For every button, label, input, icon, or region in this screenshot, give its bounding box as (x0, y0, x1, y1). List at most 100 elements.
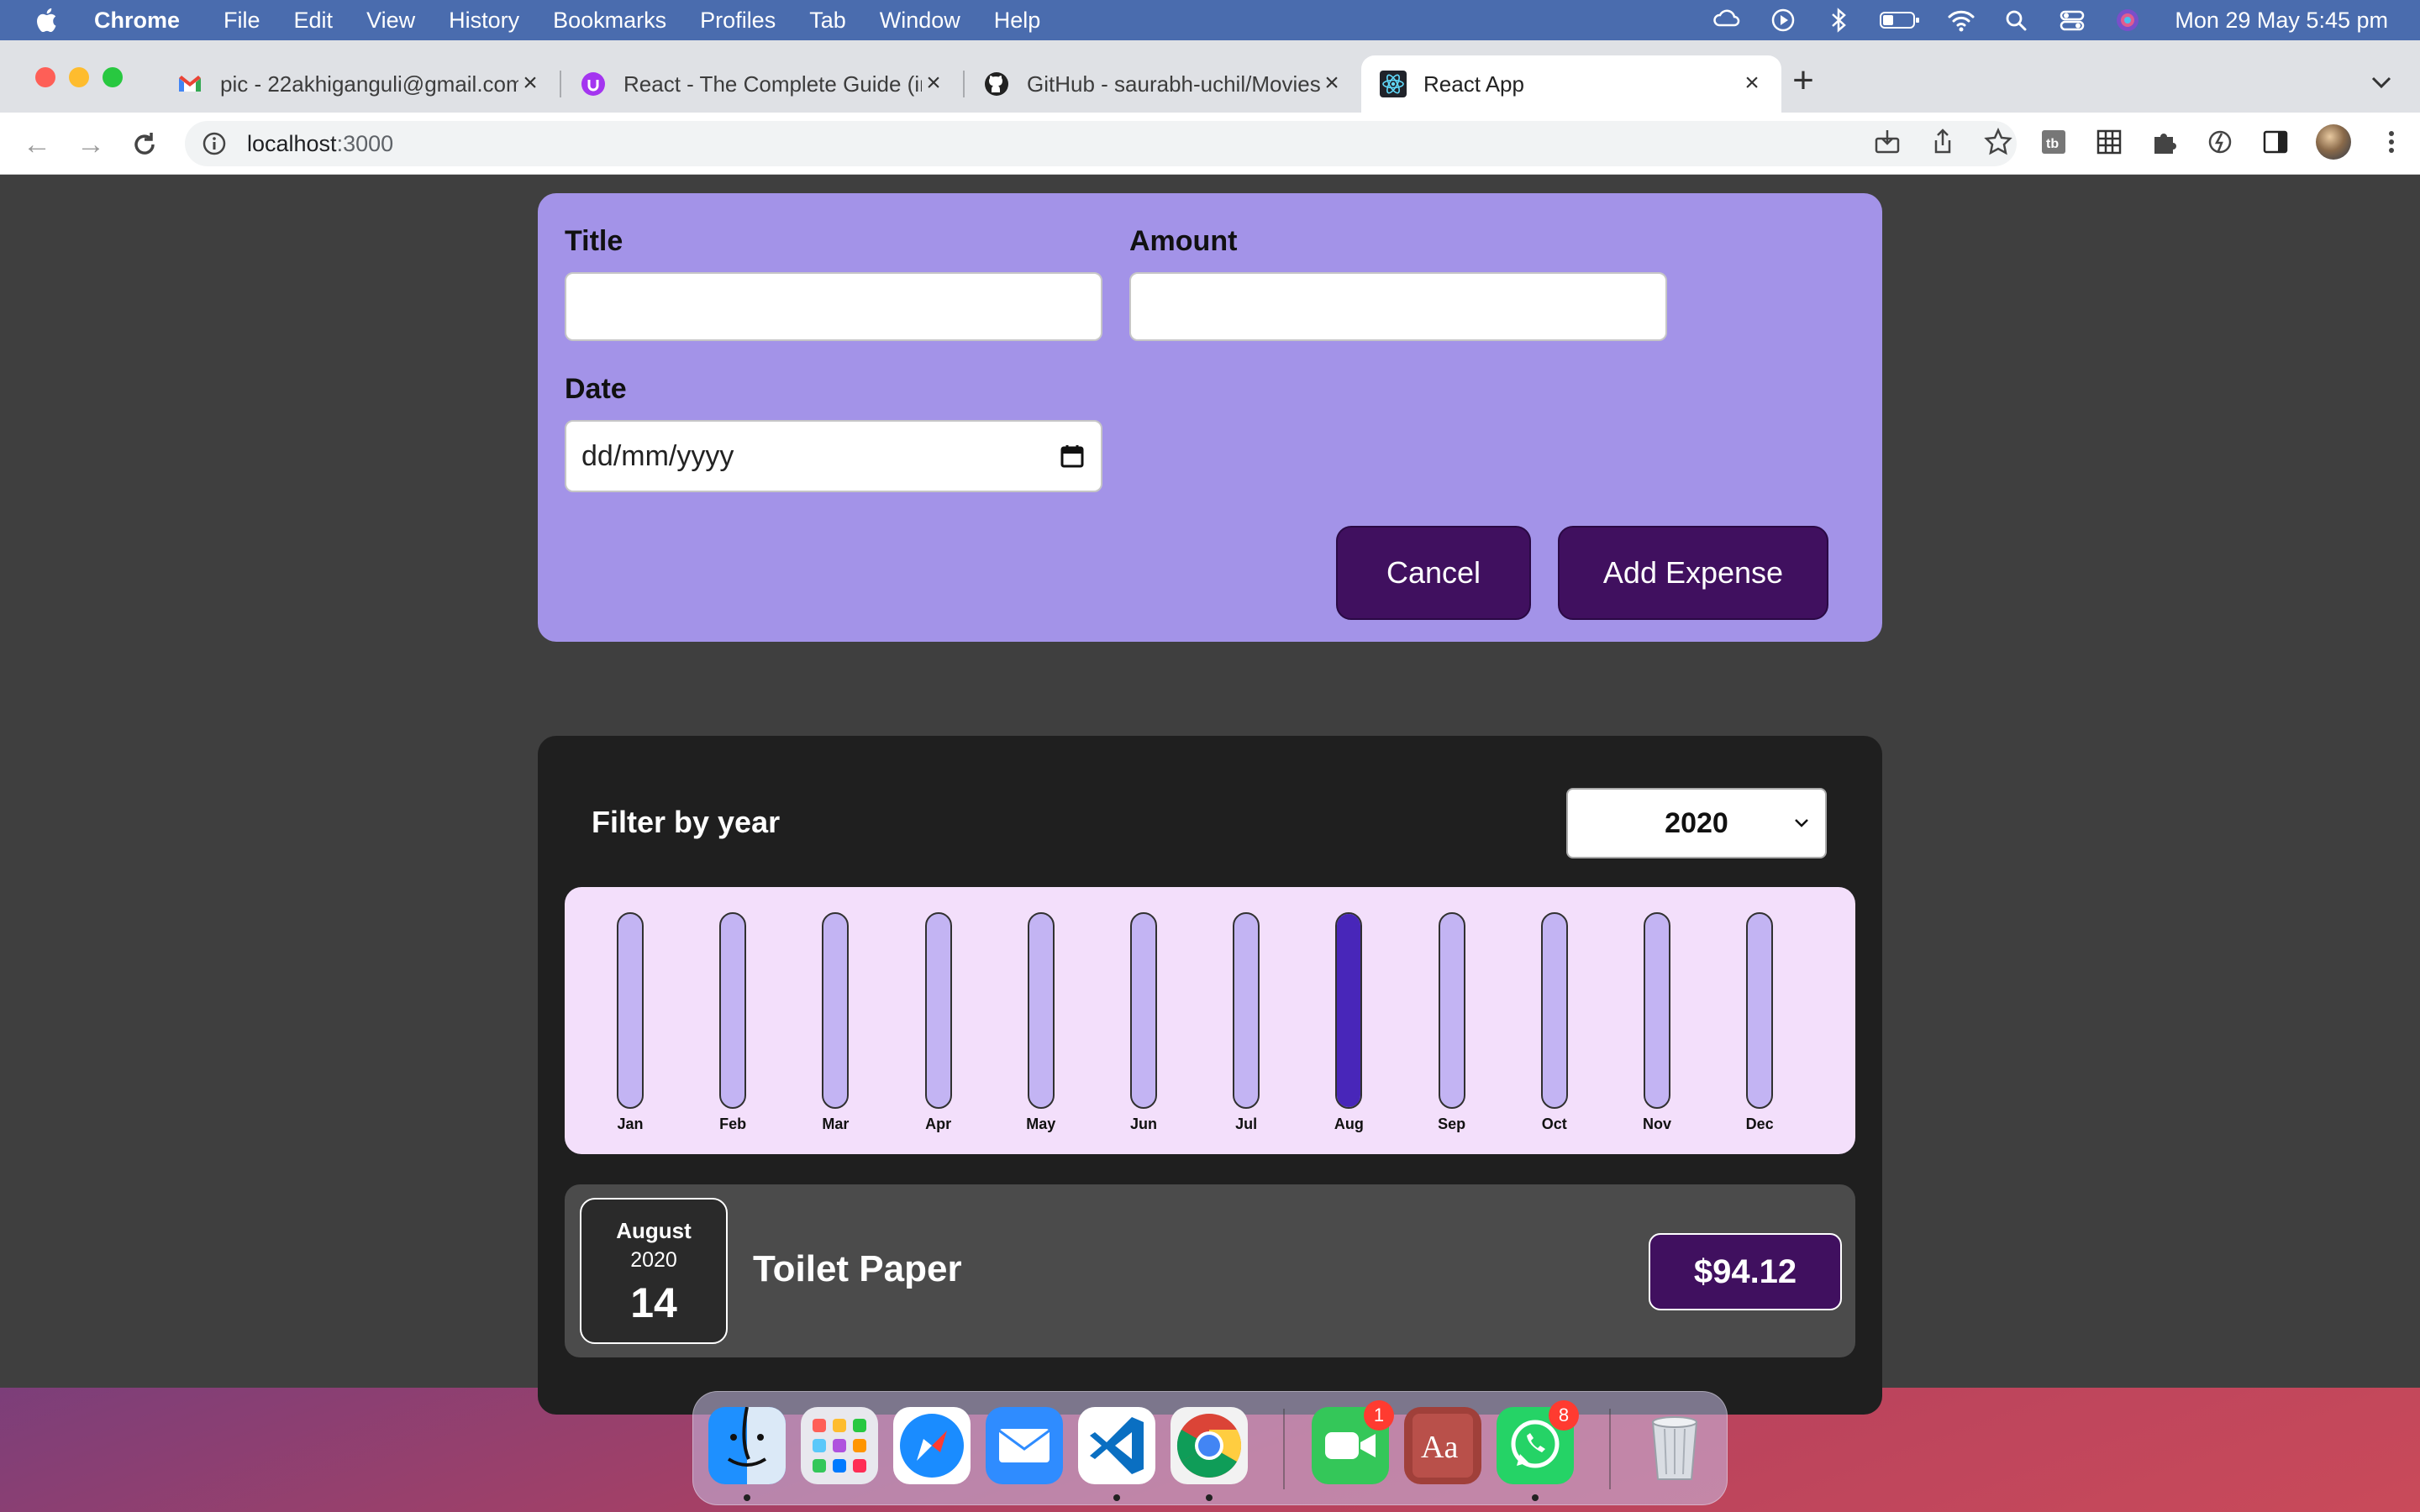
tab-label: React - The Complete Guide (incl (623, 71, 922, 97)
control-center-icon[interactable] (2057, 7, 2087, 34)
dock-separator (1283, 1409, 1285, 1489)
menu-history[interactable]: History (449, 8, 519, 34)
search-icon[interactable] (2002, 7, 2032, 34)
site-info-icon[interactable] (202, 131, 227, 156)
cancel-button[interactable]: Cancel (1336, 526, 1531, 620)
menu-tab[interactable]: Tab (809, 8, 846, 34)
siri-icon[interactable] (2112, 7, 2143, 34)
performance-icon[interactable] (2205, 127, 2235, 157)
tab-close-icon[interactable]: × (1318, 69, 1346, 97)
new-tab-button[interactable]: + (1785, 62, 1822, 101)
menu-app-name[interactable]: Chrome (94, 8, 180, 34)
date-input[interactable]: dd/mm/yyyy (565, 420, 1102, 492)
calendar-icon[interactable] (1059, 443, 1086, 470)
status-area: Mon 29 May 5:45 pm (1712, 0, 2388, 40)
dock-safari[interactable] (893, 1407, 971, 1484)
dock-separator (1609, 1409, 1611, 1489)
udemy-icon (581, 72, 605, 96)
chart-bar-mar (822, 912, 850, 1109)
chart-label-mar: Mar (822, 1116, 850, 1132)
dock-trash[interactable] (1636, 1407, 1713, 1484)
amount-input[interactable] (1129, 272, 1667, 341)
window-minimize-button[interactable] (69, 67, 89, 87)
dock-vscode[interactable] (1078, 1407, 1155, 1484)
menu-view[interactable]: View (366, 8, 415, 34)
menu-edit[interactable]: Edit (294, 8, 334, 34)
tab-search-icon[interactable] (2366, 67, 2396, 97)
chart-bar-jan (617, 912, 644, 1109)
menu-window[interactable]: Window (880, 8, 960, 34)
tab-gmail[interactable]: pic - 22akhiganguli@gmail.com × (158, 55, 560, 113)
menu-file[interactable]: File (224, 8, 260, 34)
dock-mail[interactable] (986, 1407, 1063, 1484)
dock-launchpad[interactable] (801, 1407, 878, 1484)
year-select[interactable]: 2020 (1566, 788, 1827, 858)
battery-icon[interactable] (1879, 7, 1921, 34)
tab-close-icon[interactable]: × (1738, 69, 1766, 97)
chart-bar-jun (1130, 912, 1157, 1109)
expense-date: August 2020 14 (580, 1198, 728, 1344)
profile-avatar[interactable] (2316, 124, 2351, 160)
gmail-icon (179, 76, 201, 92)
tab-label: pic - 22akhiganguli@gmail.com (220, 71, 518, 97)
extension-tb-icon[interactable]: tb (2039, 127, 2069, 157)
menubar-clock[interactable]: Mon 29 May 5:45 pm (2175, 8, 2388, 34)
react-icon (1380, 71, 1407, 97)
tab-strip: pic - 22akhiganguli@gmail.com × React - … (0, 40, 2420, 113)
install-app-icon[interactable] (1872, 127, 1902, 157)
date-placeholder: dd/mm/yyyy (581, 439, 734, 472)
expenses-panel: Filter by year 2020 Jan Feb Mar Apr May Jun Ju… (538, 736, 1882, 1415)
wifi-icon[interactable] (1946, 7, 1976, 34)
mail-icon (986, 1407, 1063, 1484)
running-indicator (1532, 1494, 1539, 1501)
url-port: :3000 (336, 130, 394, 156)
title-input[interactable] (565, 272, 1102, 341)
address-bar[interactable]: localhost:3000 (185, 121, 2017, 166)
dock-dictionary[interactable]: Aa (1404, 1407, 1481, 1484)
chart-bar-fill (1337, 914, 1361, 1107)
window-close-button[interactable] (35, 67, 55, 87)
chart-bar-nov (1644, 912, 1670, 1109)
bluetooth-icon[interactable] (1823, 7, 1854, 34)
reload-icon[interactable] (128, 128, 161, 161)
expense-title: Toilet Paper (753, 1248, 962, 1289)
bookmark-star-icon[interactable] (1983, 127, 2013, 157)
tab-udemy[interactable]: React - The Complete Guide (incl × (561, 55, 963, 113)
apple-icon[interactable] (34, 6, 62, 34)
chart-label-jan: Jan (617, 1116, 644, 1132)
menu-profiles[interactable]: Profiles (700, 8, 776, 34)
tab-github[interactable]: GitHub - saurabh-uchil/Movies × (965, 55, 1361, 113)
side-panel-icon[interactable] (2260, 127, 2291, 157)
menu-bookmarks[interactable]: Bookmarks (553, 8, 666, 34)
tab-close-icon[interactable]: × (516, 69, 544, 97)
finder-icon (708, 1407, 786, 1484)
expense-month: August (616, 1218, 692, 1243)
tab-close-icon[interactable]: × (919, 69, 948, 97)
window-zoom-button[interactable] (103, 67, 123, 87)
chart-label-sep: Sep (1438, 1116, 1466, 1132)
chrome-menu-icon[interactable] (2376, 127, 2407, 157)
menu-help[interactable]: Help (994, 8, 1041, 34)
running-indicator (1113, 1494, 1120, 1501)
extension-grid-icon[interactable] (2094, 127, 2124, 157)
title-label: Title (565, 225, 623, 257)
year-select-value: 2020 (1665, 806, 1728, 839)
chart-bar-jul (1233, 912, 1260, 1109)
creative-cloud-icon[interactable] (1712, 7, 1743, 34)
tab-react-app[interactable]: React App × (1361, 55, 1781, 113)
page-viewport: Title Amount Date dd/mm/yyyy Cancel Add … (0, 175, 2420, 1415)
play-icon[interactable] (1768, 7, 1798, 34)
amount-label: Amount (1129, 225, 1238, 257)
trash-icon (1651, 1416, 1698, 1480)
dock-chrome[interactable] (1171, 1407, 1248, 1484)
extensions-puzzle-icon[interactable] (2149, 127, 2180, 157)
share-icon[interactable] (1928, 127, 1958, 157)
launchpad-icon (801, 1407, 878, 1484)
chart-label-aug: Aug (1334, 1116, 1364, 1132)
browser-toolbar: ← → localhost:3000 tb (0, 113, 2420, 175)
add-expense-button[interactable]: Add Expense (1558, 526, 1828, 620)
dock-finder[interactable] (708, 1407, 786, 1484)
back-button[interactable]: ← (20, 128, 54, 161)
forward-button[interactable]: → (74, 128, 108, 161)
toolbar-icons: tb (1872, 124, 2407, 160)
